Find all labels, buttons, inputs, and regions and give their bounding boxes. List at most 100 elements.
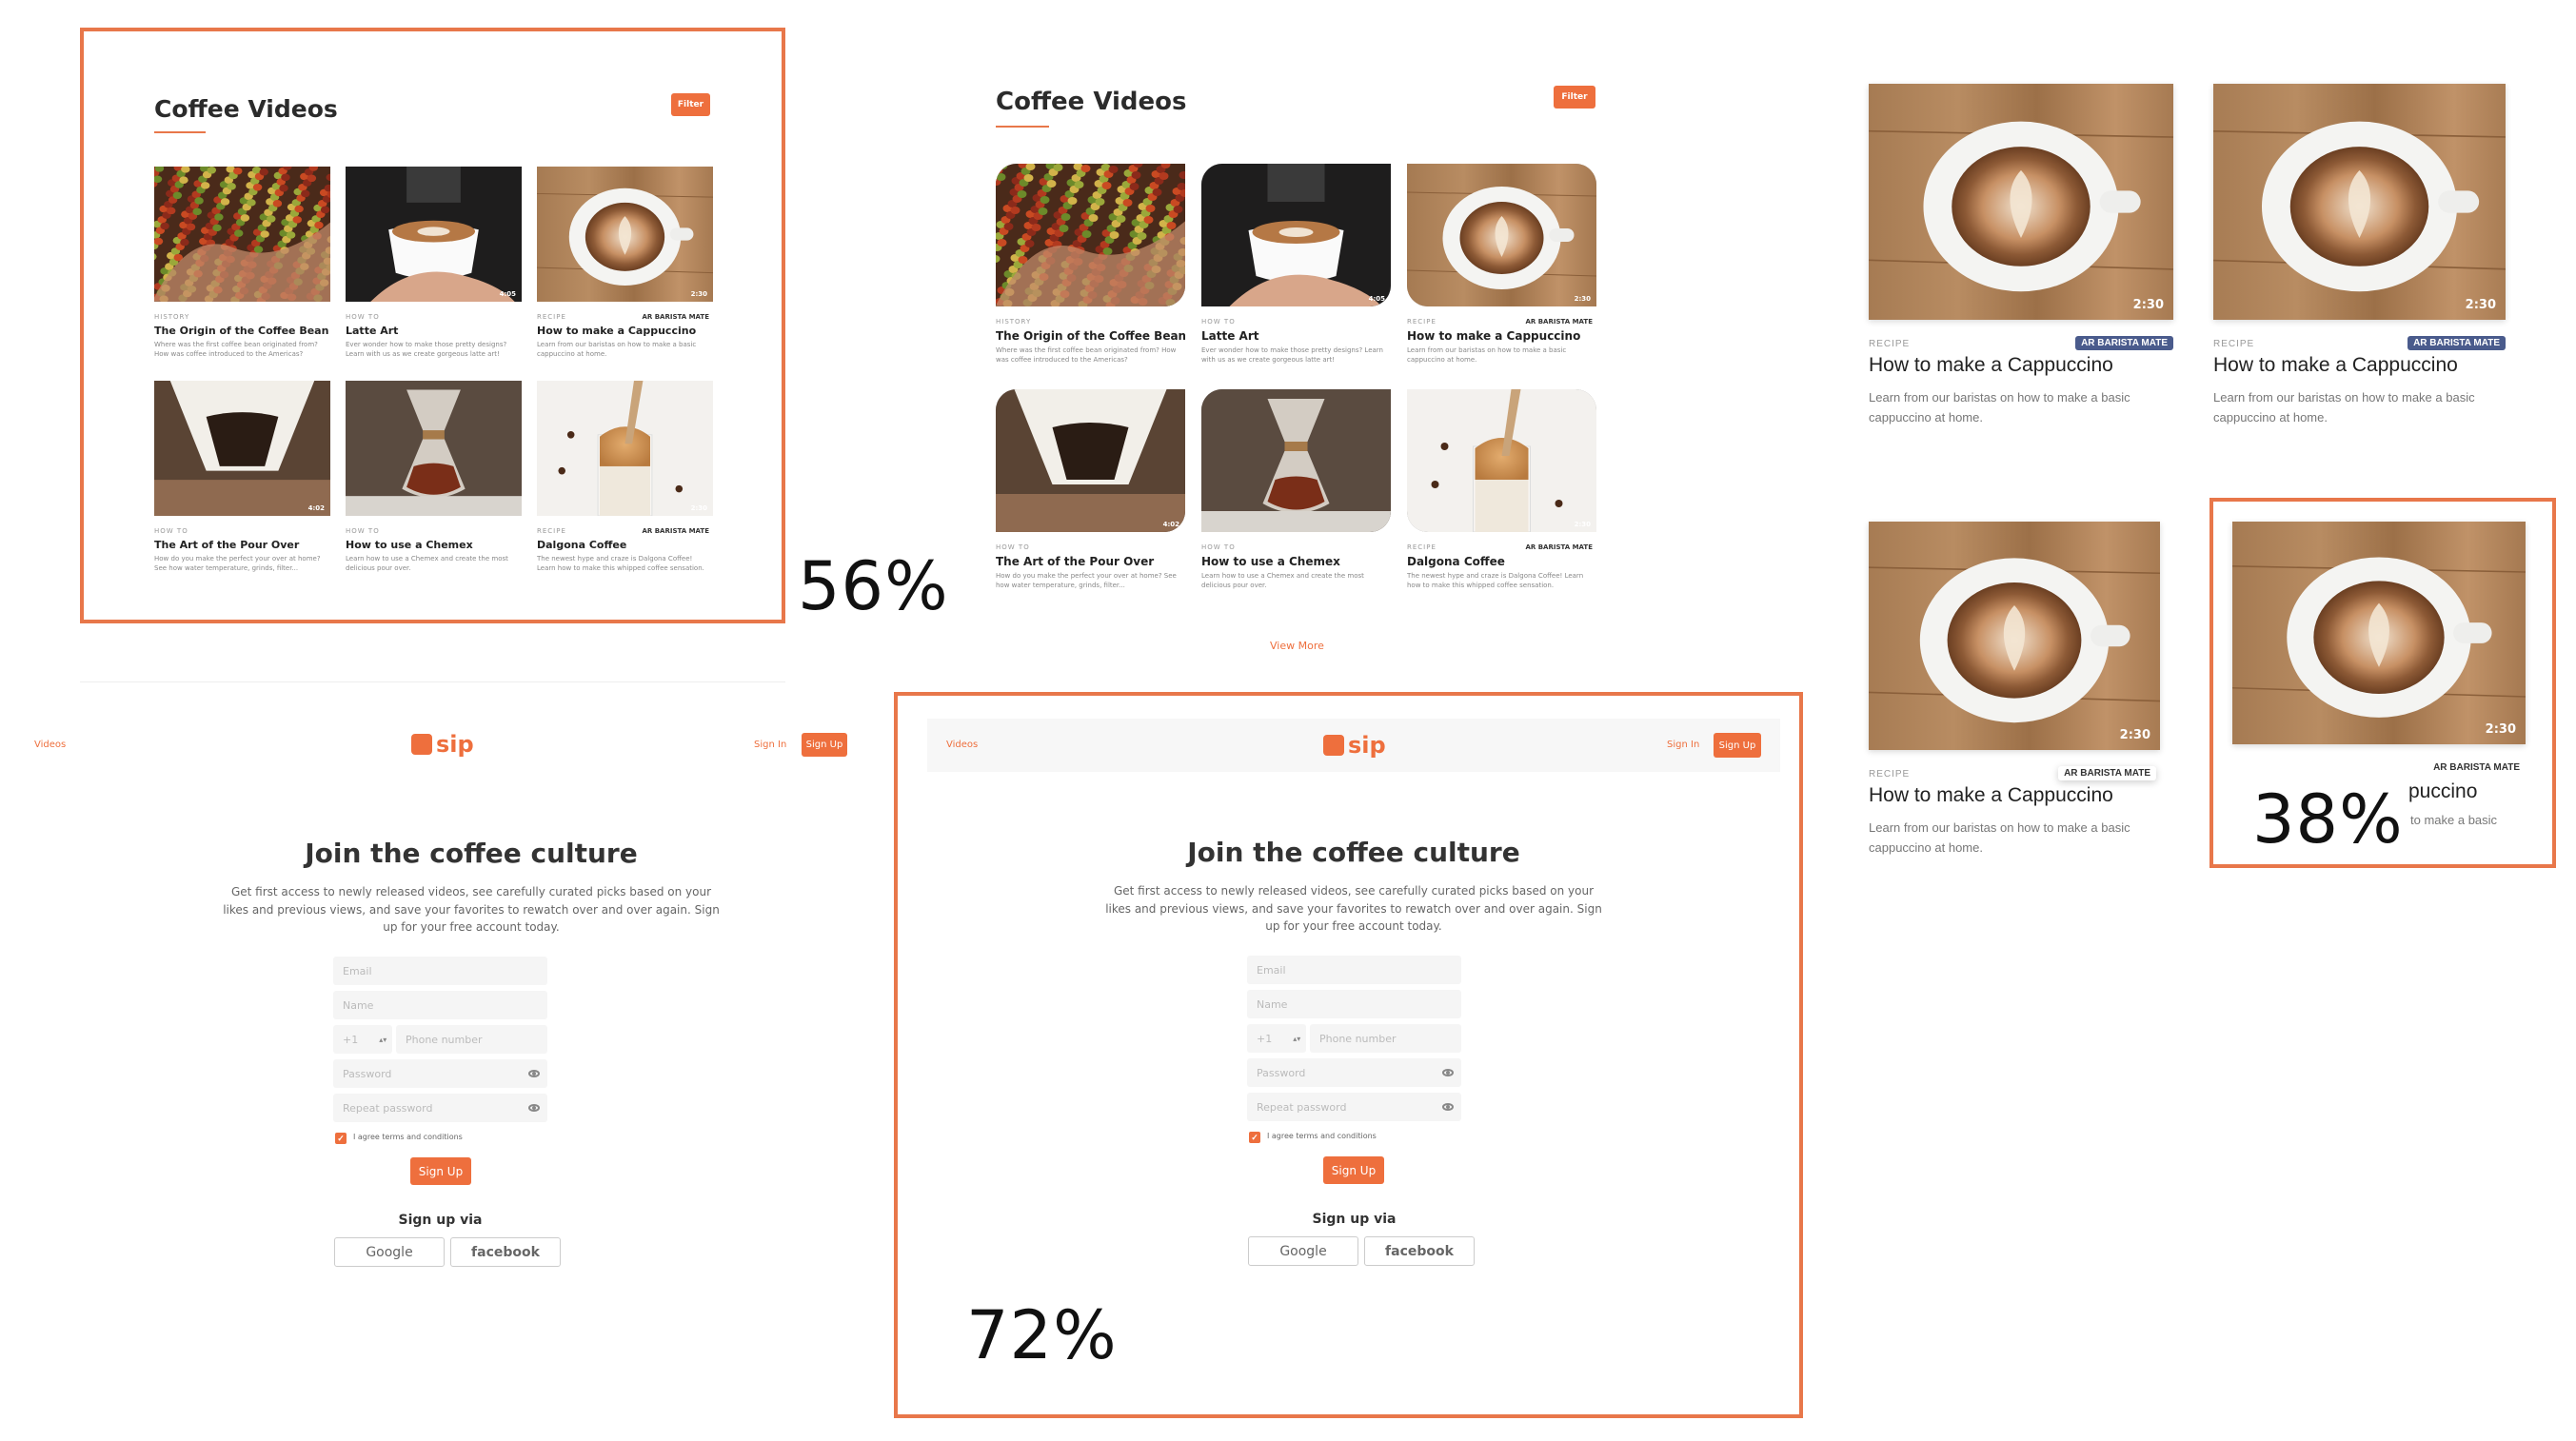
video-category: HOW TO	[346, 527, 380, 535]
video-card[interactable]: 2:30 RECIPE AR BARISTA MATE How to make a C…	[1869, 522, 2160, 874]
country-code-select[interactable]: +1 ▴▾	[333, 1025, 392, 1054]
signup-page: Videos sip Sign In Sign Up Join the coff…	[927, 719, 1780, 1290]
video-thumbnail[interactable]	[346, 381, 522, 516]
videos-title: Coffee Videos	[996, 88, 1187, 116]
video-title[interactable]: Dalgona Coffee	[1407, 555, 1596, 568]
video-title[interactable]: The Origin of the Coffee Bean	[996, 329, 1185, 343]
eye-icon[interactable]	[1442, 1069, 1454, 1076]
video-duration: 2:30	[1574, 521, 1591, 528]
video-card[interactable]: 2:30 RECIPE AR BARISTA MATE Dalgona Coffee T…	[537, 381, 713, 585]
video-card[interactable]: HISTORY The Origin of the Coffee Bean Wher…	[996, 164, 1185, 380]
video-card[interactable]: 2:30 RECIPE AR BARISTA MATE Dalgona Coffee T…	[1407, 389, 1596, 605]
video-card[interactable]: 2:30 RECIPE AR BARISTA MATE How to make a C…	[537, 167, 713, 371]
video-thumbnail[interactable]	[154, 167, 330, 302]
video-title[interactable]: How to use a Chemex	[346, 539, 522, 551]
facebook-button[interactable]: facebook	[450, 1237, 561, 1267]
video-category: RECIPE	[1407, 543, 1437, 551]
video-title[interactable]: Latte Art	[1201, 329, 1391, 343]
video-card[interactable]: 2:30 RECIPE AR BARISTA MATE How to make a C…	[1407, 164, 1596, 380]
password-placeholder: Password	[1257, 1066, 1306, 1079]
video-card[interactable]: 2:30 RECIPE AR BARISTA MATE How to make a C…	[2213, 84, 2506, 444]
video-card[interactable]: 4:05 HOW TO Latte Art Ever wonder how to ma…	[1201, 164, 1391, 380]
video-category: RECIPE	[537, 313, 566, 321]
eye-icon[interactable]	[1442, 1103, 1454, 1111]
eye-icon[interactable]	[528, 1070, 540, 1077]
sip-logo[interactable]: sip	[411, 731, 474, 758]
video-card[interactable]: 4:02 HOW TO The Art of the Pour Over How do…	[996, 389, 1185, 605]
video-title[interactable]: Dalgona Coffee	[537, 539, 713, 551]
name-field[interactable]: Name	[1247, 990, 1461, 1018]
signup-heading: Join the coffee culture	[305, 838, 638, 869]
video-title[interactable]: How to make a Cappuccino	[537, 325, 713, 337]
agree-checkbox[interactable]: ✓	[1249, 1132, 1260, 1143]
video-thumbnail[interactable]	[996, 164, 1185, 306]
video-card[interactable]: 2:30 RECIPE AR BARISTA MATE How to make a C…	[1869, 84, 2173, 444]
video-card[interactable]: 4:02 HOW TO The Art of the Pour Over How do…	[154, 381, 330, 585]
phone-field[interactable]: Phone number	[396, 1025, 547, 1054]
video-thumbnail[interactable]: 2:30	[537, 381, 713, 516]
video-thumbnail[interactable]	[1201, 389, 1391, 532]
video-title[interactable]: How to make a Cappuccino	[1869, 784, 2113, 807]
video-thumbnail[interactable]: 4:05	[346, 167, 522, 302]
nav-videos-link[interactable]: Videos	[34, 740, 66, 750]
google-button[interactable]: Google	[1248, 1236, 1358, 1266]
video-title[interactable]: How to make a Cappuccino	[1407, 329, 1596, 343]
video-thumbnail[interactable]: 4:02	[996, 389, 1185, 532]
video-thumbnail[interactable]: 2:30	[1407, 164, 1596, 306]
filter-button[interactable]: Filter	[1554, 86, 1595, 109]
video-description: Learn from our baristas on how to make a…	[2213, 390, 2475, 424]
video-title[interactable]: The Art of the Pour Over	[154, 539, 330, 551]
video-card[interactable]: HOW TO How to use a Chemex Learn how to us…	[346, 381, 522, 585]
sign-up-via-label: Sign up via	[398, 1213, 483, 1228]
eye-icon[interactable]	[528, 1104, 540, 1112]
name-field[interactable]: Name	[333, 991, 547, 1019]
video-title[interactable]: The Art of the Pour Over	[996, 555, 1185, 568]
repeat-password-field[interactable]: Repeat password	[1247, 1093, 1461, 1121]
view-more-link[interactable]: View More	[1270, 640, 1324, 652]
country-code-select[interactable]: +1 ▴▾	[1247, 1024, 1306, 1053]
video-title[interactable]: How to make a Cappuccino	[1869, 354, 2113, 377]
header-sign-up-button[interactable]: Sign Up	[802, 733, 847, 757]
video-title[interactable]: Latte Art	[346, 325, 522, 337]
sign-in-link[interactable]: Sign In	[1667, 740, 1699, 750]
video-title[interactable]: How to use a Chemex	[1201, 555, 1391, 568]
nav-videos-link[interactable]: Videos	[946, 740, 978, 750]
video-thumbnail[interactable]: 4:05	[1201, 164, 1391, 306]
google-button[interactable]: Google	[334, 1237, 445, 1267]
logo-text: sip	[436, 731, 474, 758]
filter-button[interactable]: Filter	[671, 93, 710, 116]
video-duration: 4:05	[499, 290, 516, 298]
video-duration: 4:02	[1162, 521, 1179, 528]
sip-logo[interactable]: sip	[1323, 732, 1386, 759]
phone-field[interactable]: Phone number	[1310, 1024, 1461, 1053]
password-field[interactable]: Password	[1247, 1058, 1461, 1087]
video-thumbnail[interactable]: 2:30	[1869, 84, 2173, 320]
video-thumbnail[interactable]: 2:30	[1869, 522, 2160, 750]
video-thumbnail[interactable]: 4:02	[154, 381, 330, 516]
sign-up-submit-button[interactable]: Sign Up	[410, 1157, 471, 1185]
section-divider	[80, 681, 785, 682]
email-field[interactable]: Email	[333, 957, 547, 985]
sign-up-via-label: Sign up via	[1312, 1212, 1397, 1227]
repeat-password-field[interactable]: Repeat password	[333, 1094, 547, 1122]
sign-up-submit-button[interactable]: Sign Up	[1323, 1156, 1384, 1184]
video-card[interactable]: 4:05 HOW TO Latte Art Ever wonder how to ma…	[346, 167, 522, 371]
video-title[interactable]: The Origin of the Coffee Bean	[154, 325, 330, 337]
video-thumbnail[interactable]: 2:30	[2213, 84, 2506, 320]
facebook-button[interactable]: facebook	[1364, 1236, 1475, 1266]
ar-badge: AR BARISTA MATE	[2058, 766, 2156, 780]
video-description: The newest hype and craze is Dalgona Cof…	[537, 555, 704, 572]
password-field[interactable]: Password	[333, 1059, 547, 1088]
video-thumbnail[interactable]: 2:30	[537, 167, 713, 302]
stepper-icon: ▴▾	[1293, 1034, 1301, 1043]
video-thumbnail[interactable]: 2:30	[1407, 389, 1596, 532]
video-card[interactable]: HOW TO How to use a Chemex Learn how to us…	[1201, 389, 1391, 605]
header-sign-up-button[interactable]: Sign Up	[1714, 733, 1761, 758]
email-field[interactable]: Email	[1247, 956, 1461, 984]
video-card[interactable]: HISTORY The Origin of the Coffee Bean Wher…	[154, 167, 330, 371]
sign-in-link[interactable]: Sign In	[754, 740, 786, 750]
video-title[interactable]: How to make a Cappuccino	[2213, 354, 2458, 377]
agree-checkbox[interactable]: ✓	[335, 1133, 347, 1144]
video-category: RECIPE	[1869, 339, 1911, 349]
video-description: Learn from our baristas on how to make a…	[1869, 390, 2130, 424]
